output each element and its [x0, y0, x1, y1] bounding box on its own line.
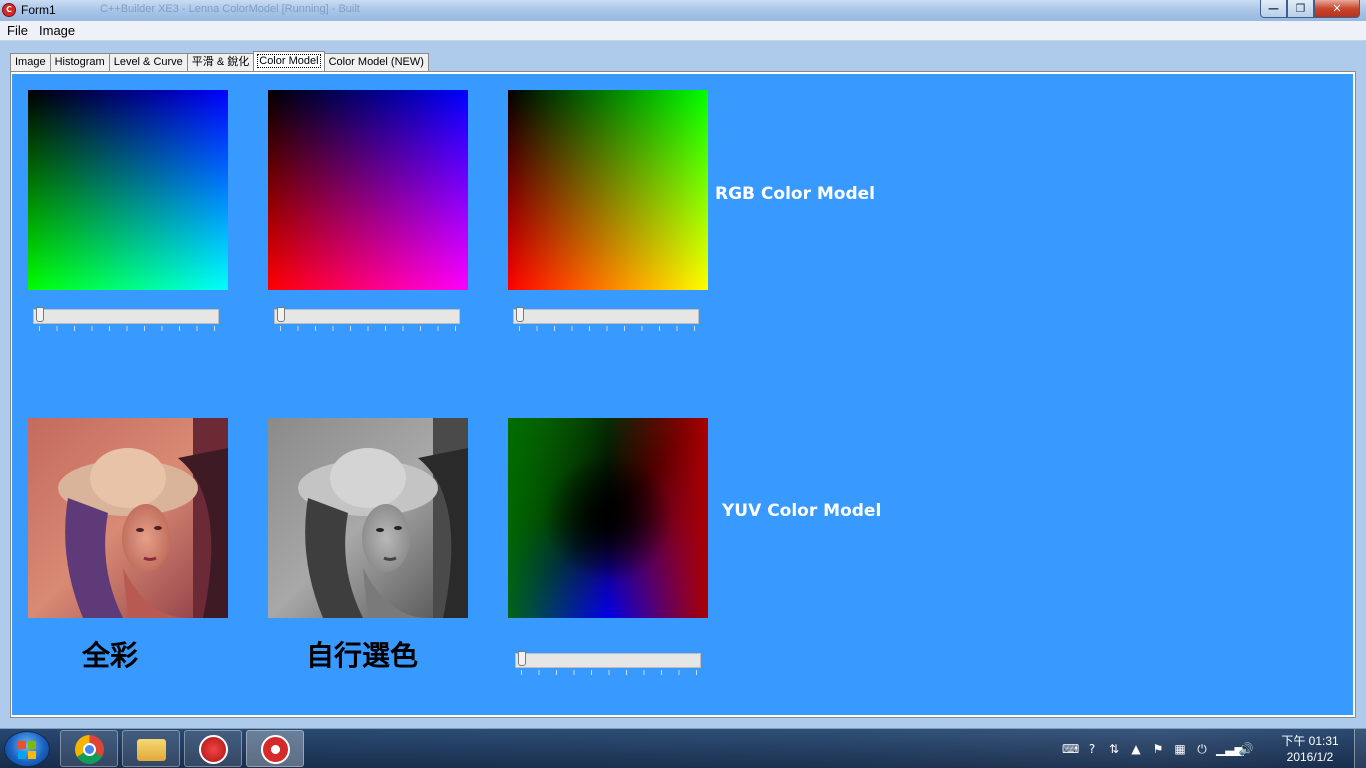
tab-level-curve[interactable]: Level & Curve	[108, 53, 188, 71]
system-clock[interactable]: 下午 01:31 2016/1/2	[1272, 733, 1348, 765]
network-arrows-icon[interactable]: ⇅	[1106, 742, 1122, 756]
slider-track[interactable]	[515, 653, 701, 668]
start-button[interactable]	[4, 731, 50, 767]
volume-icon[interactable]: 🔊	[1238, 742, 1254, 756]
clock-time: 下午 01:31	[1281, 734, 1339, 748]
slider-ticks	[519, 326, 695, 331]
tab-label: Color Model	[257, 54, 321, 68]
full-color-label: 全彩	[82, 639, 139, 672]
tab-color-model-new[interactable]: Color Model (NEW)	[323, 53, 429, 71]
y-slider[interactable]	[515, 651, 701, 677]
file-explorer-icon	[137, 739, 166, 761]
rgb-swatch-red-plane	[28, 90, 228, 290]
close-button[interactable]: ✕	[1314, 0, 1360, 18]
slider-thumb[interactable]	[277, 307, 285, 322]
tab-label: Image	[15, 56, 46, 68]
green-slider[interactable]	[274, 307, 460, 333]
window-title: Form1	[21, 3, 56, 17]
menu-image[interactable]: Image	[39, 23, 75, 38]
rgb-swatch-blue-plane	[508, 90, 708, 290]
slider-ticks	[39, 326, 215, 331]
clock-date: 2016/1/2	[1286, 750, 1334, 764]
keyboard-icon[interactable]: ⌨	[1062, 742, 1079, 756]
tab-label: Level & Curve	[113, 56, 183, 68]
rgb-swatch-green-plane	[268, 90, 468, 290]
tab-label: 平滑 & 銳化	[191, 56, 250, 68]
tab-label: Color Model (NEW)	[328, 56, 424, 68]
minimize-icon: —	[1268, 2, 1279, 15]
cpp-builder-icon	[261, 735, 290, 764]
help-icon[interactable]: ?	[1084, 742, 1100, 756]
tab-color-model[interactable]: Color Model	[253, 51, 325, 71]
show-hidden-icon[interactable]: ▲	[1128, 742, 1144, 756]
restore-icon: ❐	[1295, 2, 1306, 15]
bank-app-icon	[199, 735, 228, 764]
slider-track[interactable]	[33, 309, 219, 324]
color-model-panel: RGB Color Model YUV Color Model 全彩 自行選色	[12, 74, 1353, 715]
red-slider[interactable]	[33, 307, 219, 333]
taskbar-bank-app[interactable]	[184, 730, 242, 767]
custom-color-photo	[268, 418, 468, 618]
windows-icon[interactable]: ▦	[1172, 742, 1188, 756]
slider-track[interactable]	[274, 309, 460, 324]
title-bar: C Form1 C++Builder XE3 - Lenna ColorMode…	[0, 0, 1366, 21]
show-desktop-button[interactable]	[1354, 729, 1366, 768]
full-color-photo	[28, 418, 228, 618]
background-window-title: C++Builder XE3 - Lenna ColorModel [Runni…	[100, 3, 360, 15]
tab-label: Histogram	[54, 56, 105, 68]
taskbar: ⌨ ? ⇅ ▲ ⚑ ▦ ⏻ ▁▃▅ 🔊 下午 01:31 2016/1/2	[0, 728, 1366, 768]
tab-smooth-sharpen[interactable]: 平滑 & 銳化	[186, 53, 255, 71]
slider-ticks	[280, 326, 456, 331]
tab-image[interactable]: Image	[10, 53, 51, 71]
action-center-flag-icon[interactable]: ⚑	[1150, 742, 1166, 756]
slider-ticks	[521, 670, 697, 675]
app-icon[interactable]: C	[2, 3, 16, 17]
minimize-button[interactable]: —	[1260, 0, 1287, 18]
power-plug-icon[interactable]: ⏻	[1194, 742, 1210, 756]
chrome-icon	[75, 735, 104, 764]
slider-thumb[interactable]	[516, 307, 524, 322]
yuv-color-model-label: YUV Color Model	[722, 501, 882, 521]
signal-bars-icon[interactable]: ▁▃▅	[1216, 742, 1244, 756]
tab-histogram[interactable]: Histogram	[49, 53, 110, 71]
menu-bar: File Image	[0, 21, 1366, 41]
windows-logo-icon	[18, 741, 36, 759]
rgb-color-model-label: RGB Color Model	[715, 184, 876, 204]
yuv-swatch	[508, 418, 708, 618]
menu-file[interactable]: File	[7, 23, 28, 38]
custom-color-label: 自行選色	[306, 639, 419, 672]
tab-strip: Image Histogram Level & Curve 平滑 & 銳化 Co…	[10, 51, 429, 71]
maximize-button[interactable]: ❐	[1287, 0, 1314, 18]
taskbar-explorer[interactable]	[122, 730, 180, 767]
system-tray: ⌨ ? ⇅ ▲ ⚑ ▦ ⏻ ▁▃▅ 🔊	[1062, 739, 1254, 759]
taskbar-chrome[interactable]	[60, 730, 118, 767]
window-controls: — ❐ ✕	[1260, 0, 1360, 18]
slider-track[interactable]	[513, 309, 699, 324]
close-icon: ✕	[1332, 2, 1342, 15]
taskbar-cpp-builder[interactable]	[246, 730, 304, 767]
blue-slider[interactable]	[513, 307, 699, 333]
slider-thumb[interactable]	[518, 651, 526, 666]
slider-thumb[interactable]	[36, 307, 44, 322]
